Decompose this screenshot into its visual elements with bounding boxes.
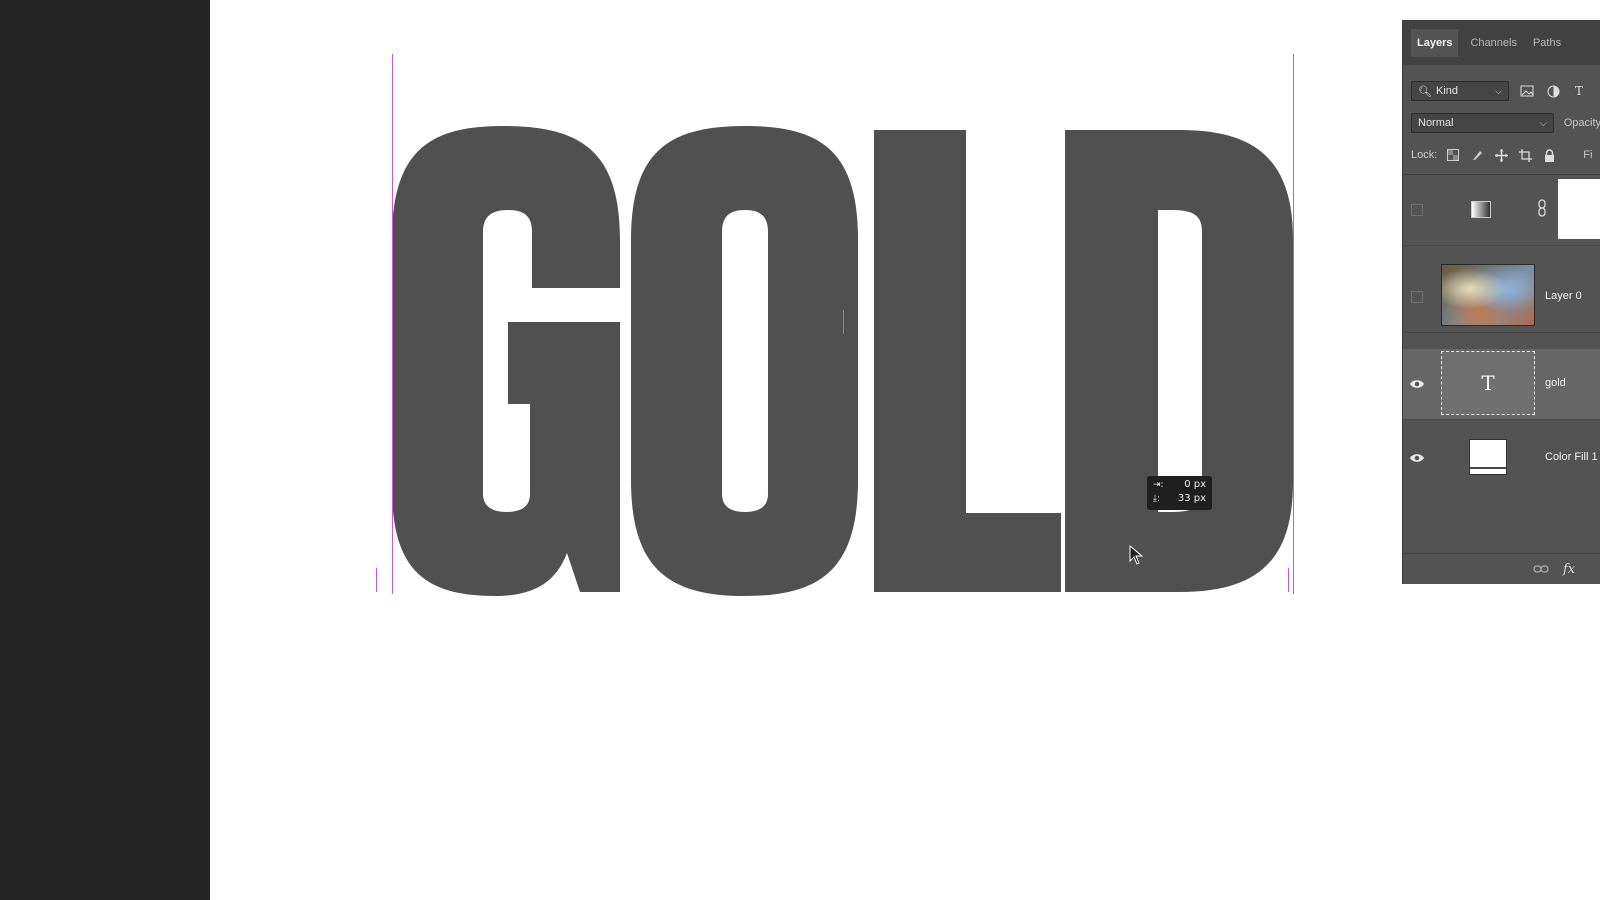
layer-name: gold — [1545, 377, 1566, 389]
blend-mode-select[interactable]: Normal ⌵ — [1411, 113, 1554, 133]
guide-right — [1293, 54, 1294, 594]
layer-filter-row: 🔍︎ Kind ⌵ T — [1411, 80, 1600, 102]
tab-layers[interactable]: Layers — [1411, 29, 1459, 57]
type-filter-icon[interactable]: T — [1571, 83, 1587, 99]
guide-left — [392, 54, 393, 594]
visibility-toggle[interactable] — [1403, 204, 1431, 216]
visibility-toggle[interactable] — [1403, 291, 1431, 303]
layer-row-gold[interactable]: T gold — [1403, 349, 1600, 420]
eye-icon — [1410, 454, 1424, 462]
tab-channels[interactable]: Channels — [1466, 29, 1520, 57]
filter-kind-select[interactable]: 🔍︎ Kind ⌵ — [1411, 81, 1509, 101]
lock-transparent-pixels-icon[interactable] — [1445, 147, 1461, 163]
fill-label: Fi — [1583, 149, 1593, 161]
left-sidebar-dark — [0, 0, 210, 900]
measure-horizontal-value: 0 px — [1184, 479, 1206, 490]
guide-right-tick — [1288, 568, 1289, 592]
guide-left-tick — [376, 568, 377, 592]
measure-vertical-value: 33 px — [1177, 493, 1206, 504]
horizontal-distance-icon: ⇥: — [1153, 480, 1164, 490]
blend-row: Normal ⌵ Opacity — [1411, 112, 1600, 134]
chevron-down-icon: ⌵ — [1495, 85, 1502, 96]
layers-panel-footer: fx — [1403, 553, 1600, 584]
fill-swatch-bar — [1470, 467, 1506, 469]
type-layer-icon: T — [1481, 371, 1495, 395]
lock-label: Lock: — [1411, 149, 1438, 161]
gradient-adjustment-icon — [1471, 201, 1491, 218]
adjustment-filter-icon[interactable] — [1545, 83, 1561, 99]
visibility-toggle[interactable] — [1403, 453, 1431, 463]
lock-artboard-icon[interactable] — [1517, 147, 1533, 163]
visibility-off-box — [1411, 204, 1423, 216]
lock-position-icon[interactable] — [1493, 147, 1509, 163]
blend-mode-value: Normal — [1418, 117, 1454, 129]
measure-vertical: ⤓: 33 px — [1153, 492, 1206, 506]
visibility-toggle[interactable] — [1403, 379, 1431, 389]
layer-row-color-fill-1[interactable]: Color Fill 1 — [1403, 423, 1600, 493]
vertical-distance-icon: ⤓: — [1153, 494, 1161, 504]
tab-paths[interactable]: Paths — [1529, 29, 1565, 57]
panel-tab-bar: Layers Channels Paths — [1403, 21, 1600, 65]
fill-layer-thumbnail — [1469, 439, 1507, 475]
layer-name: Layer 0 — [1545, 290, 1582, 302]
link-layers-icon[interactable] — [1533, 564, 1549, 574]
mouse-pointer-icon — [1129, 545, 1143, 565]
filter-kind-label: Kind — [1435, 85, 1458, 97]
layer-thumbnail-image — [1441, 264, 1535, 326]
layers-panel: Layers Channels Paths 🔍︎ Kind ⌵ T Normal… — [1402, 20, 1600, 584]
visibility-off-box — [1411, 291, 1423, 303]
layer-thumbnail-text: T — [1441, 351, 1535, 415]
layer-style-fx-icon[interactable]: fx — [1563, 562, 1575, 577]
lock-image-pixels-icon[interactable] — [1469, 147, 1485, 163]
chevron-down-icon: ⌵ — [1539, 117, 1547, 128]
eye-icon — [1410, 380, 1424, 388]
measurement-tooltip: ⇥: 0 px ⤓: 33 px — [1147, 476, 1212, 510]
guide-center-mark — [843, 310, 844, 334]
layer-name: Color Fill 1 — [1545, 451, 1598, 463]
image-filter-icon[interactable] — [1519, 83, 1535, 99]
opacity-label: Opacity — [1563, 117, 1600, 129]
link-chain-icon[interactable] — [1537, 199, 1547, 217]
document-canvas[interactable] — [210, 0, 1600, 900]
lock-row: Lock: Fi — [1411, 144, 1600, 166]
layer-row-adjustment[interactable] — [1403, 175, 1600, 246]
layer-row-layer-0[interactable]: Layer 0 — [1403, 262, 1600, 333]
lock-all-icon[interactable] — [1541, 147, 1557, 163]
search-icon: 🔍︎ — [1418, 85, 1432, 98]
measure-horizontal: ⇥: 0 px — [1153, 478, 1206, 492]
layer-mask-thumbnail[interactable] — [1558, 179, 1600, 239]
